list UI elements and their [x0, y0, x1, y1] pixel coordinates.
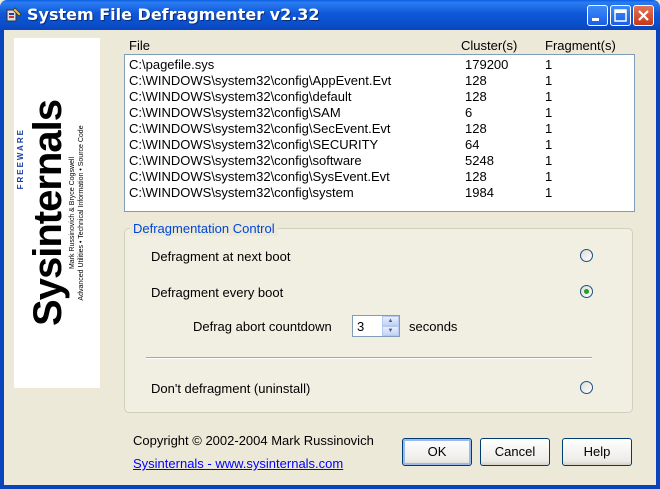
cluster-count: 64 [465, 137, 480, 152]
file-path: C:\WINDOWS\system32\config\system [129, 185, 354, 200]
column-header-fragments[interactable]: Fragment(s) [545, 38, 616, 53]
title-bar[interactable]: System File Defragmenter v2.32 [0, 0, 660, 30]
countdown-unit: seconds [409, 319, 458, 334]
sysinternals-link[interactable]: Sysinternals - www.sysinternals.com [133, 456, 343, 471]
close-button[interactable] [633, 5, 654, 26]
minimize-button[interactable] [587, 5, 608, 26]
divider [146, 357, 592, 359]
copyright-text: Copyright © 2002-2004 Mark Russinovich [133, 433, 374, 448]
fragment-count: 1 [545, 121, 553, 136]
countdown-value[interactable]: 3 [357, 319, 364, 334]
uninstall-label[interactable]: Don't defragment (uninstall) [151, 381, 310, 396]
logo-tagline-2: Advanced Utilities • Technical Informati… [78, 125, 85, 301]
every-boot-label[interactable]: Defragment every boot [151, 285, 283, 300]
next-boot-label[interactable]: Defragment at next boot [151, 249, 290, 264]
file-path: C:\WINDOWS\system32\config\software [129, 153, 362, 168]
defrag-app-icon [6, 7, 22, 22]
uninstall-radio[interactable] [580, 381, 593, 394]
window-border-left [0, 30, 4, 489]
cluster-count: 128 [465, 169, 487, 184]
file-path: C:\WINDOWS\system32\config\SysEvent.Evt [129, 169, 390, 184]
cluster-count: 1984 [465, 185, 494, 200]
fragment-count: 1 [545, 57, 553, 72]
file-path: C:\WINDOWS\system32\config\default [129, 89, 352, 104]
maximize-button[interactable] [610, 5, 631, 26]
group-title: Defragmentation Control [130, 221, 278, 236]
window-border-bottom [0, 485, 660, 489]
minimize-icon [592, 18, 599, 21]
cluster-count: 128 [465, 121, 487, 136]
countdown-label: Defrag abort countdown [193, 319, 332, 334]
stepper-buttons: ▲ ▼ [382, 316, 399, 336]
fragment-count: 1 [545, 137, 553, 152]
fragment-count: 1 [545, 169, 553, 184]
maximize-icon [614, 9, 627, 22]
sysinternals-logo: FREEWARE Sysinternals Mark Russinovich &… [14, 38, 100, 388]
file-path: C:\WINDOWS\system32\config\AppEvent.Evt [129, 73, 392, 88]
column-header-clusters[interactable]: Cluster(s) [461, 38, 517, 53]
logo-freeware: FREEWARE [16, 128, 25, 190]
help-button[interactable]: Help [562, 438, 632, 466]
stepper-down-button[interactable]: ▼ [382, 326, 399, 336]
cluster-count: 128 [465, 73, 487, 88]
every-boot-radio[interactable] [580, 285, 593, 298]
file-path: C:\WINDOWS\system32\config\SAM [129, 105, 341, 120]
chevron-down-icon: ▼ [387, 328, 394, 334]
file-list[interactable]: C:\pagefile.sys 179200 1 C:\WINDOWS\syst… [124, 54, 635, 212]
fragment-count: 1 [545, 185, 553, 200]
radio-selected-dot [584, 289, 589, 294]
stepper-up-button[interactable]: ▲ [382, 316, 399, 326]
logo-text-group: FREEWARE Sysinternals Mark Russinovich &… [16, 100, 86, 326]
cluster-count: 6 [465, 105, 473, 120]
file-path: C:\pagefile.sys [129, 57, 215, 72]
close-icon [638, 10, 649, 21]
fragment-count: 1 [545, 73, 553, 88]
file-path: C:\WINDOWS\system32\config\SecEvent.Evt [129, 121, 391, 136]
ok-button[interactable]: OK [402, 438, 472, 466]
countdown-stepper[interactable]: 3 ▲ ▼ [352, 315, 400, 337]
logo-brand: Sysinternals [26, 100, 70, 326]
cluster-count: 5248 [465, 153, 494, 168]
window-title: System File Defragmenter v2.32 [27, 5, 320, 24]
cluster-count: 128 [465, 89, 487, 104]
window-border-right [656, 30, 660, 489]
fragment-count: 1 [545, 153, 553, 168]
cluster-count: 179200 [465, 57, 509, 72]
fragment-count: 1 [545, 89, 553, 104]
chevron-up-icon: ▲ [387, 318, 394, 324]
file-path: C:\WINDOWS\system32\config\SECURITY [129, 137, 379, 152]
column-header-file[interactable]: File [129, 38, 150, 53]
cancel-button[interactable]: Cancel [480, 438, 550, 466]
fragment-count: 1 [545, 105, 553, 120]
next-boot-radio[interactable] [580, 249, 593, 262]
